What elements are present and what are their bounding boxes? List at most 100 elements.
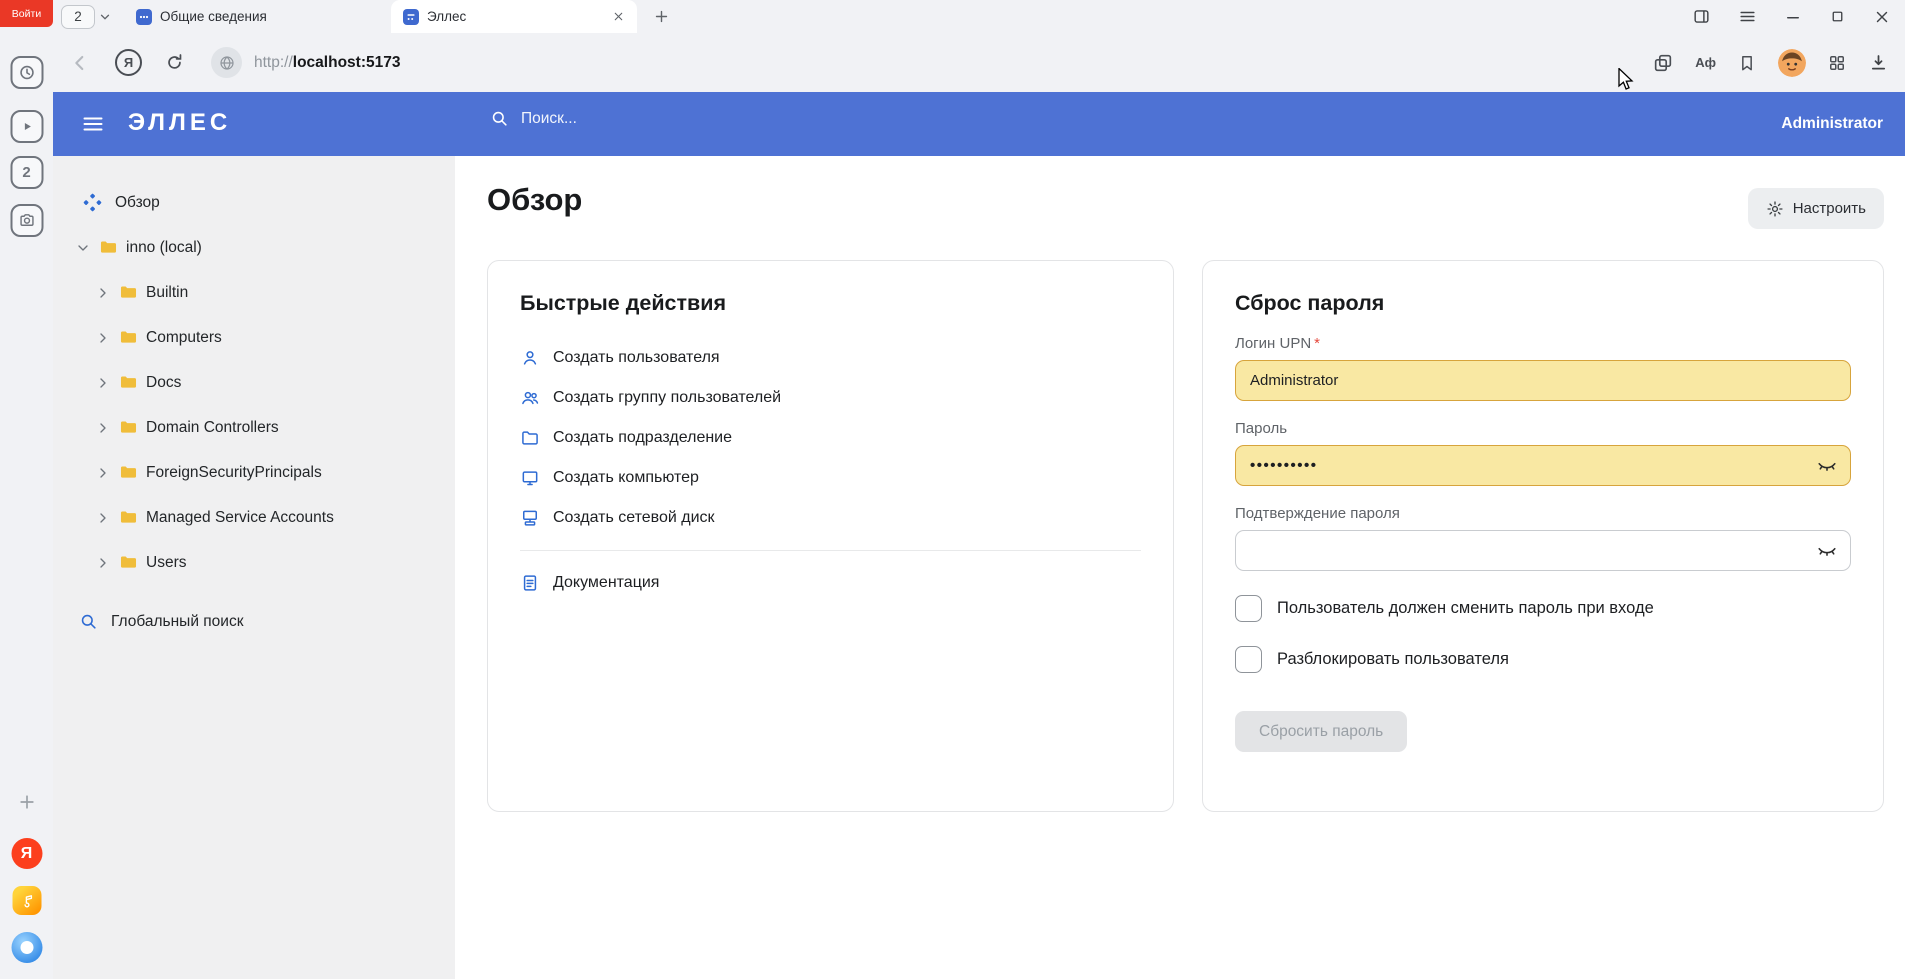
yandex-letter: Я: [124, 55, 133, 70]
checkbox[interactable]: [1235, 595, 1262, 622]
site-globe-icon[interactable]: [211, 47, 242, 78]
checkbox-change-password-row[interactable]: Пользователь должен сменить пароль при в…: [1235, 595, 1851, 622]
services-grid-icon[interactable]: [1827, 53, 1847, 73]
quick-action-label: Создать сетевой диск: [553, 509, 715, 527]
minimize-icon[interactable]: [1784, 8, 1802, 26]
sidebar-item-global-search[interactable]: Глобальный поиск: [53, 599, 455, 644]
confirm-password-input[interactable]: [1235, 530, 1851, 571]
tree-node-label: Builtin: [146, 284, 188, 302]
tree-node-label: ForeignSecurityPrincipals: [146, 464, 322, 482]
downloads-icon[interactable]: [1868, 52, 1889, 73]
chevron-right-icon[interactable]: [95, 420, 111, 436]
browser-login-badge[interactable]: Войти: [0, 0, 53, 27]
checkbox-unlock-user-row[interactable]: Разблокировать пользователя: [1235, 646, 1851, 673]
reload-icon[interactable]: [164, 52, 185, 73]
tree-node-label: Managed Service Accounts: [146, 509, 334, 527]
login-field-group: Логин UPN*: [1235, 335, 1851, 401]
tab-favicon: [403, 9, 419, 25]
overview-icon: [83, 193, 102, 212]
chevron-right-icon[interactable]: [95, 465, 111, 481]
tab-label: Эллес: [427, 9, 466, 24]
bookmark-icon[interactable]: [1737, 53, 1757, 73]
computer-icon: [520, 468, 540, 488]
rail-add-button[interactable]: [17, 792, 37, 812]
quick-action-label: Создать группу пользователей: [553, 389, 781, 407]
user-avatar[interactable]: [1778, 49, 1806, 77]
quick-action-create-org-unit[interactable]: Создать подразделение: [520, 418, 1141, 458]
tree-folder-row[interactable]: Domain Controllers: [53, 405, 455, 450]
tree-folder-row[interactable]: Users: [53, 540, 455, 585]
tree-node-domain[interactable]: inno (local): [53, 225, 455, 270]
sidebar-item-label: Обзор: [115, 194, 160, 212]
close-window-icon[interactable]: [1873, 8, 1891, 26]
alice-assistant-icon[interactable]: [11, 932, 42, 963]
configure-button[interactable]: Настроить: [1748, 188, 1884, 229]
translate-icon[interactable]: Aф: [1695, 55, 1716, 70]
current-user-label[interactable]: Administrator: [1781, 115, 1883, 133]
quick-action-create-group[interactable]: Создать группу пользователей: [520, 378, 1141, 418]
tree-node-label: Domain Controllers: [146, 419, 279, 437]
header-search[interactable]: [490, 109, 821, 128]
tab-counter[interactable]: 2: [61, 5, 112, 29]
tree-node-label: inno (local): [126, 239, 202, 257]
tree-folder-row[interactable]: ForeignSecurityPrincipals: [53, 450, 455, 495]
chevron-right-icon[interactable]: [95, 285, 111, 301]
copy-tab-icon[interactable]: [1652, 52, 1674, 74]
search-input[interactable]: [521, 110, 821, 128]
search-icon: [490, 109, 509, 128]
chevron-right-icon[interactable]: [95, 510, 111, 526]
yandex-logo-icon[interactable]: Я: [11, 838, 42, 869]
chevron-down-icon[interactable]: [98, 10, 112, 24]
configure-button-label: Настроить: [1793, 200, 1866, 217]
chevron-right-icon[interactable]: [95, 330, 111, 346]
tab-count-label: 2: [22, 164, 30, 181]
chevron-down-icon[interactable]: [75, 240, 91, 256]
password-input[interactable]: [1235, 445, 1851, 486]
menu-icon[interactable]: [81, 112, 105, 136]
tree-folder-row[interactable]: Managed Service Accounts: [53, 495, 455, 540]
chevron-right-icon[interactable]: [95, 375, 111, 391]
password-reset-card: Сброс пароля Логин UPN* Пароль: [1202, 260, 1884, 812]
yandex-search-icon[interactable]: Я: [115, 49, 142, 76]
video-button[interactable]: [10, 110, 43, 143]
network-drive-icon: [520, 508, 540, 528]
tab-general-info[interactable]: Общие сведения: [124, 0, 391, 33]
new-tab-button[interactable]: [653, 8, 670, 25]
tab-label: Общие сведения: [160, 9, 267, 24]
browser-menu-icon[interactable]: [1738, 7, 1757, 26]
tab-favicon: [136, 9, 152, 25]
documentation-link[interactable]: Документация: [520, 563, 1141, 603]
quick-action-create-network-drive[interactable]: Создать сетевой диск: [520, 498, 1141, 538]
folder-icon: [99, 238, 118, 257]
eye-off-icon[interactable]: [1816, 540, 1838, 562]
tab-elles[interactable]: Эллес: [391, 0, 637, 33]
gear-icon: [1766, 200, 1784, 218]
side-panel-icon[interactable]: [1692, 7, 1711, 26]
app-logo[interactable]: ЭЛЛЕС: [128, 109, 231, 137]
yandex-music-icon[interactable]: [12, 886, 41, 915]
tree-folder-row[interactable]: Computers: [53, 315, 455, 360]
reset-password-button[interactable]: Сбросить пароль: [1235, 711, 1407, 752]
tree-folder-row[interactable]: Builtin: [53, 270, 455, 315]
user-group-icon: [520, 388, 540, 408]
history-button[interactable]: [10, 56, 43, 89]
quick-action-create-computer[interactable]: Создать компьютер: [520, 458, 1141, 498]
chevron-right-icon[interactable]: [95, 555, 111, 571]
eye-off-icon[interactable]: [1816, 455, 1838, 477]
restore-window-icon[interactable]: [1829, 8, 1846, 25]
divider: [520, 550, 1141, 551]
login-input[interactable]: [1235, 360, 1851, 401]
tree-folder-row[interactable]: Docs: [53, 360, 455, 405]
back-icon[interactable]: [69, 52, 91, 74]
sidebar-item-overview[interactable]: Обзор: [53, 180, 455, 225]
quick-action-create-user[interactable]: Создать пользователя: [520, 338, 1141, 378]
address-bar[interactable]: http://localhost:5173: [254, 54, 400, 72]
tab-panel-counter[interactable]: 2: [10, 156, 43, 189]
folder-icon: [119, 418, 138, 437]
tab-close-icon[interactable]: [612, 10, 625, 23]
label-text: Логин UPN: [1235, 335, 1311, 352]
screenshot-button[interactable]: [10, 204, 43, 237]
tab-strip: 2 Общие сведения Эллес: [53, 0, 1905, 33]
checkbox[interactable]: [1235, 646, 1262, 673]
url-host: localhost:5173: [293, 54, 401, 71]
